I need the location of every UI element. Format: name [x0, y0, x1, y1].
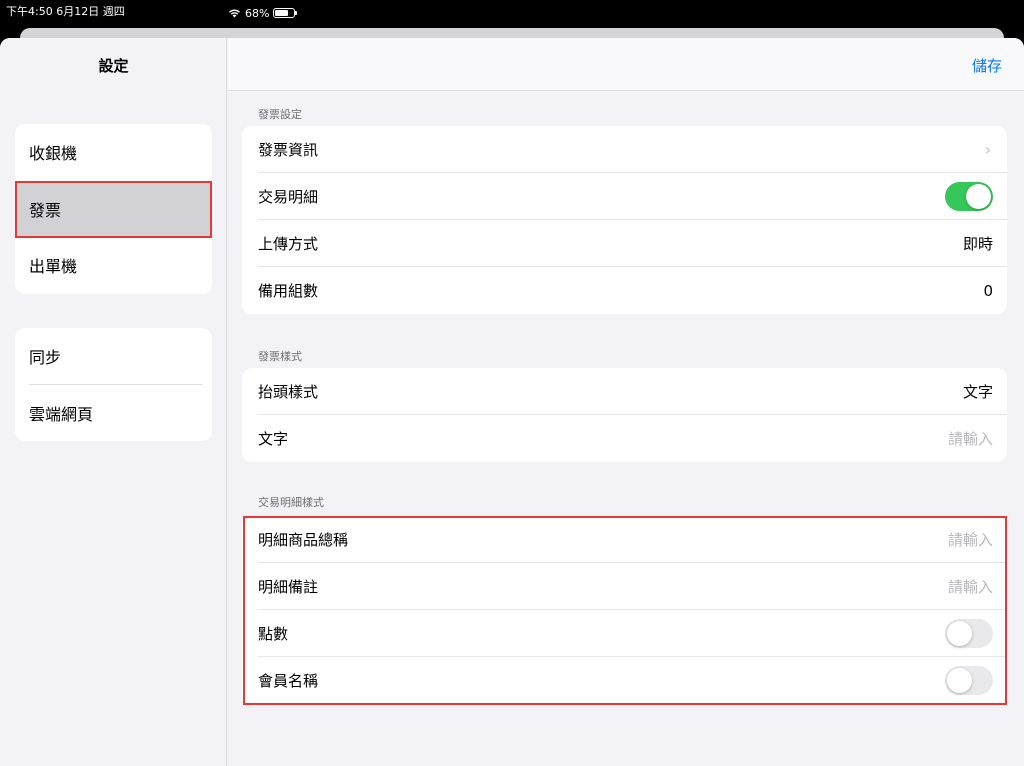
- row-label: 發票資訊: [258, 141, 319, 159]
- transaction-detail-toggle[interactable]: [945, 182, 993, 211]
- sidebar-title: 設定: [98, 57, 129, 75]
- row-transaction-detail: 交易明細: [242, 173, 1007, 220]
- row-text: 文字 請輸入: [242, 415, 1007, 462]
- member-name-toggle[interactable]: [945, 666, 993, 695]
- sidebar-item-label: 收銀機: [29, 144, 78, 164]
- toggle-knob: [966, 184, 991, 209]
- sidebar-item-cash-register[interactable]: 收銀機: [15, 124, 212, 181]
- text-input[interactable]: 請輸入: [948, 428, 993, 449]
- invoice-style-card: 抬頭樣式 文字 文字 請輸入: [242, 368, 1007, 462]
- sidebar: 設定 收銀機 發票 出單機 同步 雲端網頁: [0, 38, 227, 766]
- sidebar-item-label: 雲端網頁: [29, 404, 94, 424]
- row-label: 上傳方式: [258, 235, 319, 253]
- row-member-name: 會員名稱: [242, 657, 1007, 704]
- row-label: 明細備註: [258, 578, 319, 596]
- row-detail-remark: 明細備註 請輸入: [242, 563, 1007, 610]
- row-label: 交易明細: [258, 188, 319, 206]
- row-invoice-info[interactable]: 發票資訊 ›: [242, 126, 1007, 173]
- settings-sheet: 設定 收銀機 發票 出單機 同步 雲端網頁 儲存 發票設定 發票資訊 › 交易明…: [0, 38, 1024, 766]
- battery-percent: 68%: [245, 6, 270, 20]
- status-bar: 下午4:50 6月12日 週四 68%: [0, 0, 1024, 20]
- row-label: 明細商品總稱: [258, 531, 349, 549]
- row-label: 點數: [258, 625, 289, 643]
- sidebar-item-label: 出單機: [29, 257, 78, 277]
- sidebar-item-invoice[interactable]: 發票: [15, 180, 212, 238]
- toggle-knob: [947, 621, 972, 646]
- sidebar-group-2: 同步 雲端網頁: [15, 328, 212, 441]
- transaction-detail-style-card: 明細商品總稱 請輸入 明細備註 請輸入 點數 會員名稱: [242, 516, 1007, 704]
- row-label: 抬頭樣式: [258, 383, 319, 401]
- row-label: 備用組數: [258, 282, 319, 300]
- header-style-value: 文字: [962, 383, 993, 401]
- row-item-general-name: 明細商品總稱 請輸入: [242, 516, 1007, 563]
- section-header-invoice-settings: 發票設定: [258, 108, 302, 121]
- status-time: 下午4:50 6月12日 週四: [6, 5, 125, 18]
- wifi-icon: [228, 8, 241, 18]
- row-points: 點數: [242, 610, 1007, 657]
- invoice-settings-card: 發票資訊 › 交易明細 上傳方式 即時 備用組數 0: [242, 126, 1007, 314]
- sidebar-item-label: 發票: [29, 200, 62, 220]
- row-header-style[interactable]: 抬頭樣式 文字: [242, 368, 1007, 415]
- upload-method-value: 即時: [962, 235, 993, 253]
- section-header-invoice-style: 發票樣式: [258, 350, 302, 363]
- detail-remark-input[interactable]: 請輸入: [948, 576, 993, 597]
- row-label: 會員名稱: [258, 672, 319, 690]
- chevron-right-icon: ›: [984, 140, 992, 159]
- toggle-knob: [947, 668, 972, 693]
- row-label: 文字: [258, 430, 289, 448]
- sidebar-group-1: 收銀機 發票 出單機: [15, 124, 212, 294]
- points-toggle[interactable]: [945, 619, 993, 648]
- detail-pane: 儲存 發票設定 發票資訊 › 交易明細 上傳方式 即時 備用組數 0 發票樣式: [228, 38, 1024, 766]
- row-upload-method[interactable]: 上傳方式 即時: [242, 220, 1007, 267]
- sidebar-item-label: 同步: [29, 348, 62, 368]
- sidebar-item-cloud-web[interactable]: 雲端網頁: [15, 385, 212, 442]
- spare-sets-value: 0: [983, 281, 993, 300]
- sidebar-item-sync[interactable]: 同步: [15, 328, 212, 385]
- navigation-bar: 儲存: [228, 38, 1024, 91]
- battery-icon: [273, 8, 298, 18]
- save-button[interactable]: 儲存: [972, 55, 1002, 76]
- item-general-name-input[interactable]: 請輸入: [948, 529, 993, 550]
- section-header-transaction-detail-style: 交易明細樣式: [258, 496, 324, 509]
- status-right: 68%: [228, 3, 1024, 23]
- row-spare-sets[interactable]: 備用組數 0: [242, 267, 1007, 314]
- sidebar-item-printer[interactable]: 出單機: [15, 237, 212, 294]
